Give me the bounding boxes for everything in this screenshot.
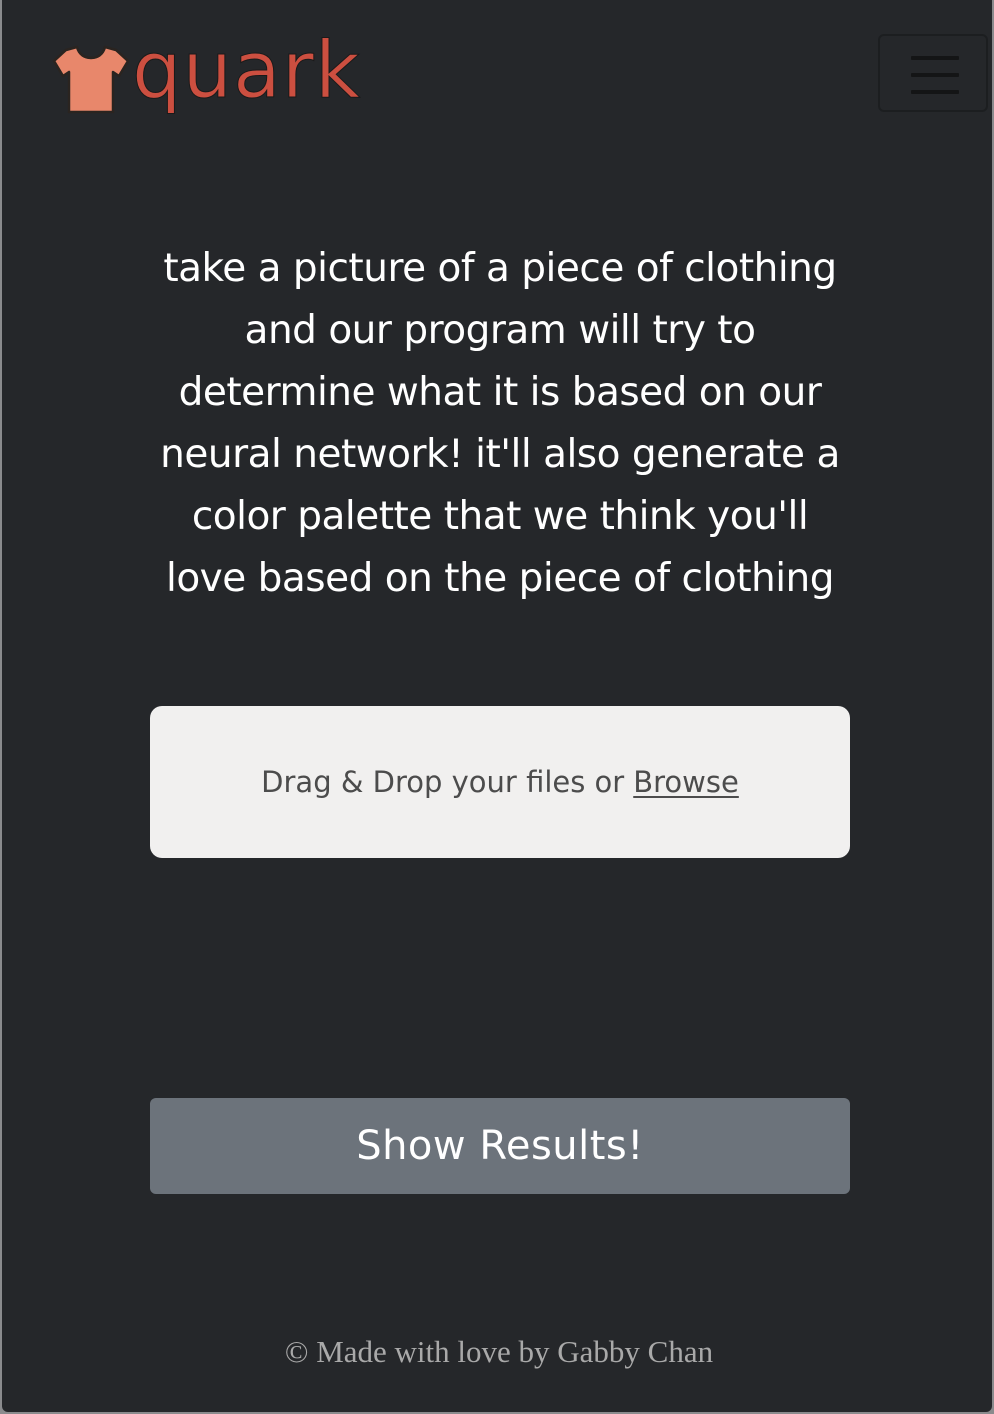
- page-frame: quark take a picture of a piece of cloth…: [2, 0, 992, 1412]
- tshirt-icon: [52, 45, 130, 113]
- dropzone-prompt: Drag & Drop your files or: [261, 765, 625, 799]
- footer-credit: © Made with love by Gabby Chan: [284, 1334, 714, 1369]
- intro-description: take a picture of a piece of clothing an…: [160, 246, 840, 601]
- file-dropzone[interactable]: Drag & Drop your files or Browse: [150, 706, 850, 858]
- brand-name: quark: [132, 25, 361, 116]
- show-results-button[interactable]: Show Results!: [150, 1098, 850, 1194]
- browse-link[interactable]: Browse: [633, 765, 739, 799]
- hamburger-menu-button[interactable]: [878, 34, 988, 112]
- brand-logo-link[interactable]: quark: [52, 30, 361, 125]
- navbar: quark: [2, 0, 992, 150]
